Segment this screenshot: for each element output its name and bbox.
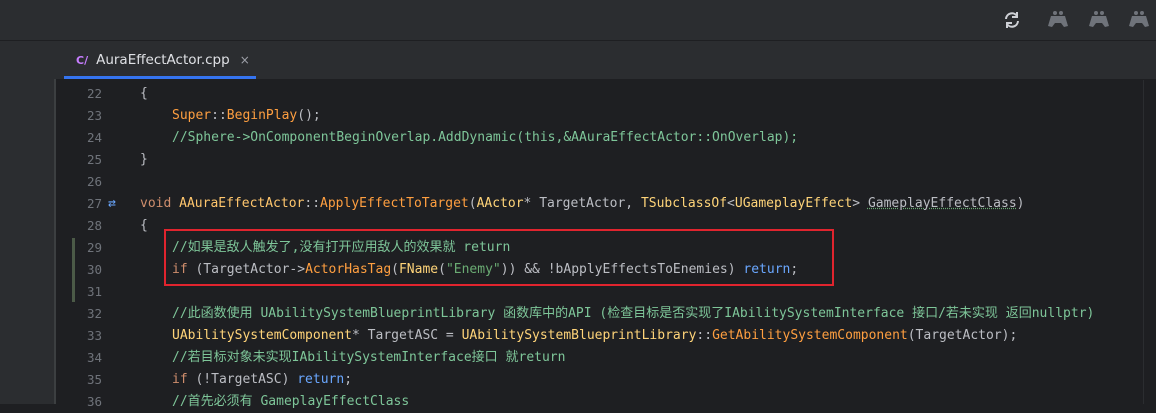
line-number: 36 bbox=[86, 394, 102, 409]
line-number: 27 bbox=[86, 196, 102, 211]
highlight-annotation-box bbox=[164, 229, 834, 286]
line-number: 25 bbox=[86, 152, 102, 167]
code-line: 34 //若目标对象未实现IAbilitySystemInterface接口 就… bbox=[56, 347, 1156, 369]
code-line: 23 Super::BeginPlay(); bbox=[56, 105, 1156, 127]
line-number: 30 bbox=[86, 262, 102, 277]
line-number: 23 bbox=[86, 108, 102, 123]
gamepad-icon[interactable] bbox=[1046, 8, 1070, 32]
code-line: 33 UAbilitySystemComponent* TargetASC = … bbox=[56, 325, 1156, 347]
code-line: 26 bbox=[56, 171, 1156, 193]
line-number: 32 bbox=[86, 306, 102, 321]
code-line: 22 { bbox=[56, 83, 1156, 105]
cpp-file-icon: C/ bbox=[76, 53, 89, 67]
top-toolbar bbox=[0, 0, 1156, 41]
code-line: 35 if (!TargetASC) return; bbox=[56, 369, 1156, 391]
code-line: 27 ⇄ void AAuraEffectActor::ApplyEffectT… bbox=[56, 193, 1156, 215]
code-line: 32 //此函数使用 UAbilitySystemBlueprintLibrar… bbox=[56, 303, 1156, 325]
tab-aura-effect-actor[interactable]: C/ AuraEffectActor.cpp × bbox=[64, 41, 256, 79]
line-number: 29 bbox=[86, 240, 102, 255]
line-number: 31 bbox=[86, 284, 102, 299]
line-number: 33 bbox=[86, 328, 102, 343]
sync-icon[interactable] bbox=[1000, 8, 1024, 32]
line-number: 26 bbox=[86, 174, 102, 189]
left-tool-strip bbox=[0, 41, 56, 404]
close-icon[interactable]: × bbox=[240, 53, 250, 67]
line-number: 24 bbox=[86, 130, 102, 145]
gamepad-icon[interactable] bbox=[1127, 8, 1151, 32]
code-line: 36 //首先必须有 GameplayEffectClass bbox=[56, 391, 1156, 413]
line-number: 28 bbox=[86, 218, 102, 233]
line-number: 35 bbox=[86, 372, 102, 387]
line-number: 22 bbox=[86, 86, 102, 101]
gamepad-icon[interactable] bbox=[1087, 8, 1111, 32]
code-line: 24 //Sphere->OnComponentBeginOverlap.Add… bbox=[56, 127, 1156, 149]
line-number: 34 bbox=[86, 350, 102, 365]
tab-filename: AuraEffectActor.cpp bbox=[96, 52, 230, 68]
editor-tab-bar: C/ AuraEffectActor.cpp × bbox=[0, 41, 1156, 80]
override-marker-icon[interactable]: ⇄ bbox=[108, 196, 116, 211]
active-tab-indicator bbox=[64, 76, 256, 79]
code-line: 25 } bbox=[56, 149, 1156, 171]
editor-scrollbar[interactable] bbox=[1143, 80, 1156, 404]
